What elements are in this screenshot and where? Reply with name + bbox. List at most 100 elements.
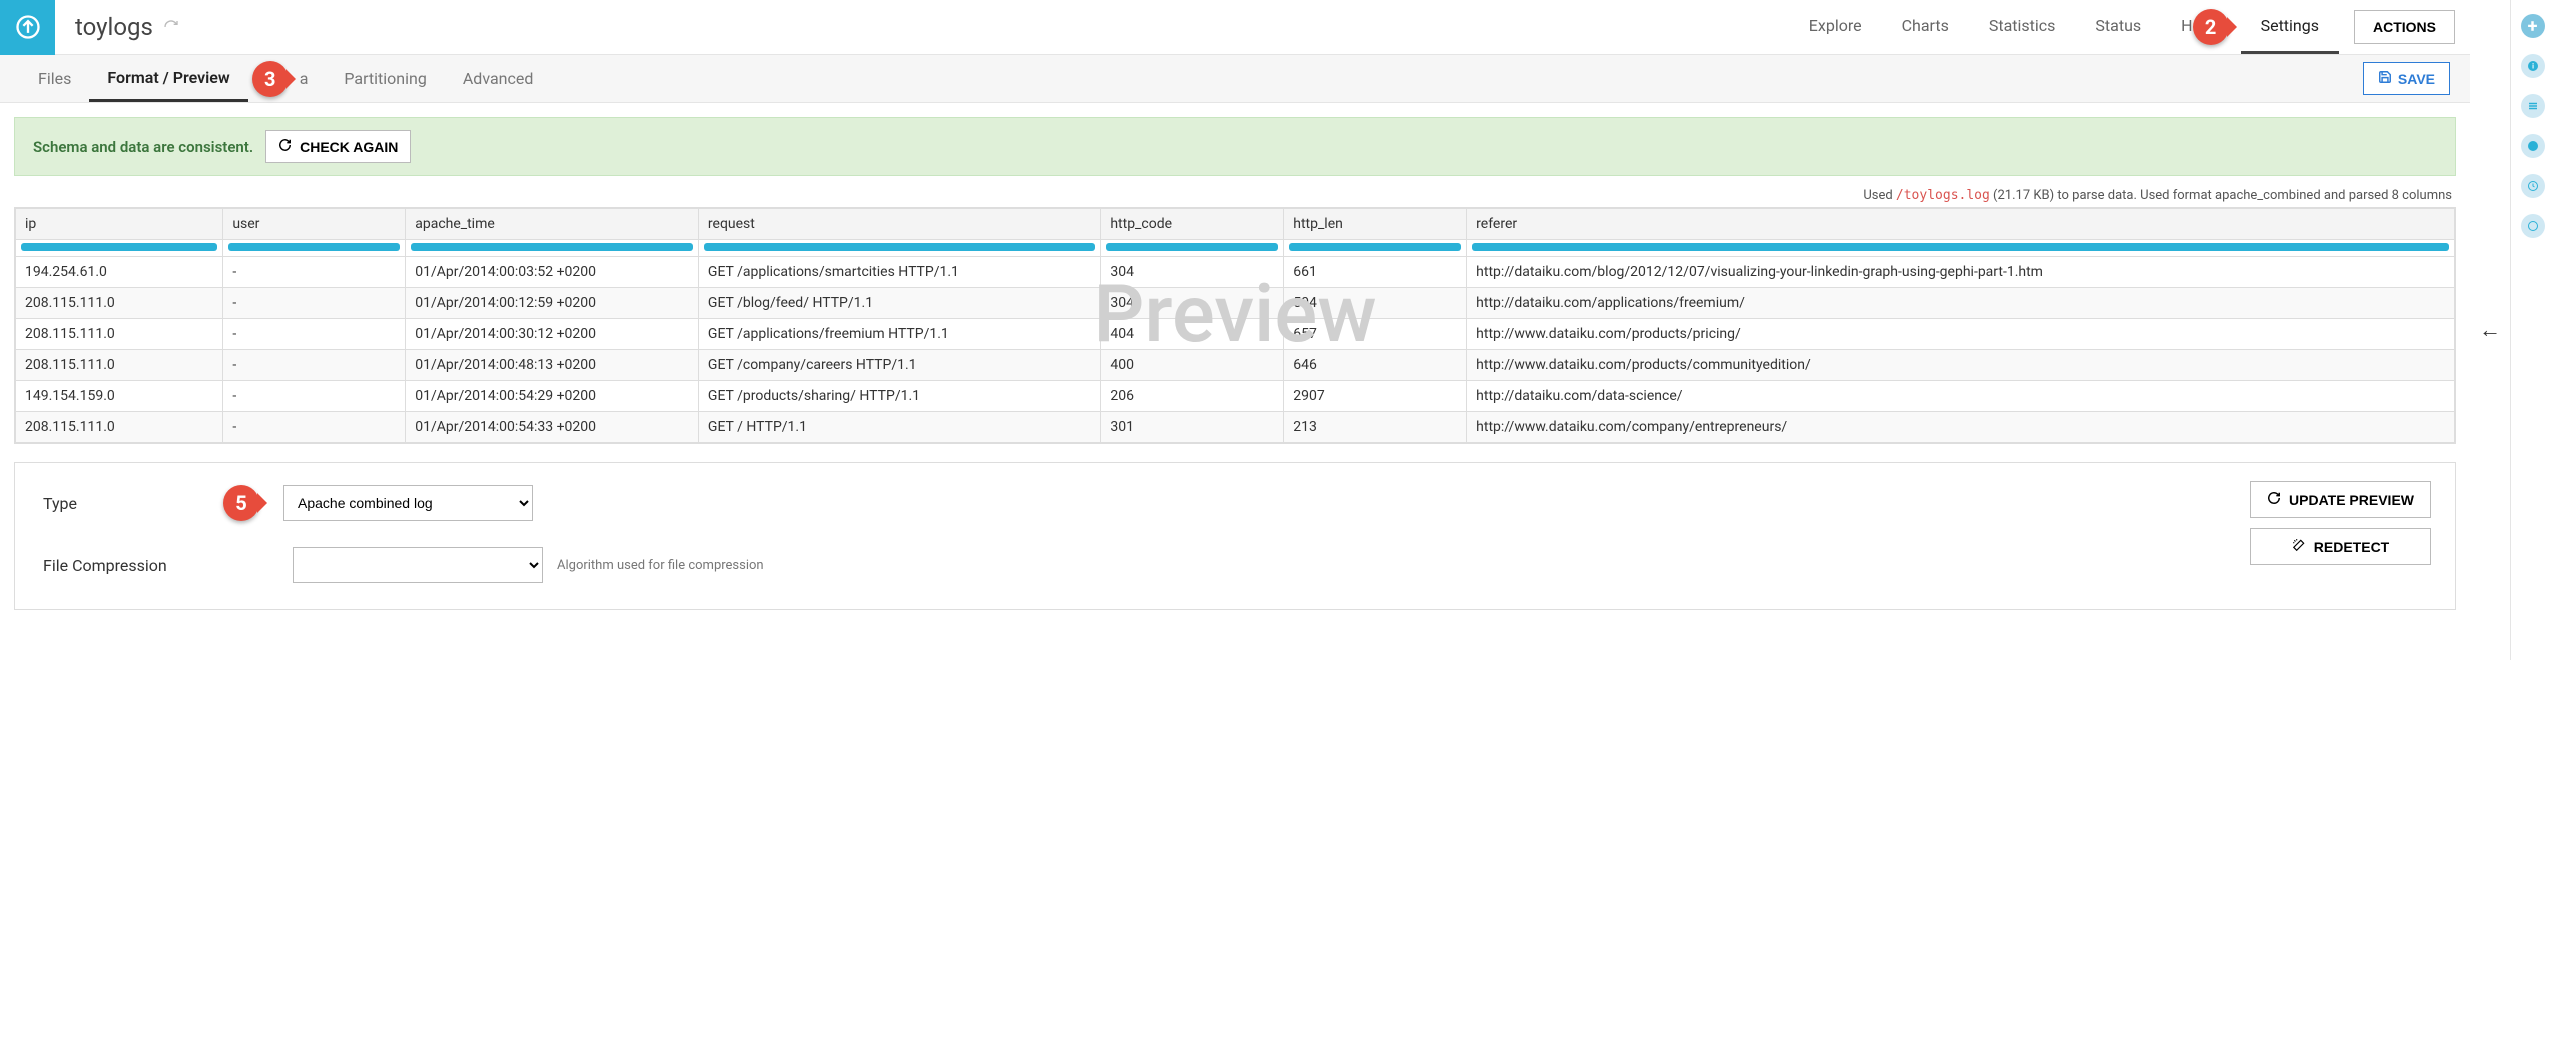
cell-http_code: 304 (1101, 288, 1284, 319)
cell-request: GET /products/sharing/ HTTP/1.1 (698, 381, 1100, 412)
preview-table-wrap: Preview ip user apache_time request http… (14, 207, 2456, 444)
cell-ip: 208.115.111.0 (16, 350, 223, 381)
cell-user: - (223, 381, 406, 412)
type-label: Type (43, 494, 223, 513)
table-row[interactable]: 194.254.61.0-01/Apr/2014:00:03:52 +0200G… (16, 257, 2455, 288)
magic-icon (2292, 538, 2306, 555)
col-request[interactable]: request (698, 209, 1100, 240)
cell-referer: http://dataiku.com/blog/2012/12/07/visua… (1467, 257, 2455, 288)
col-user[interactable]: user (223, 209, 406, 240)
compression-hint: Algorithm used for file compression (557, 558, 764, 573)
actions-button[interactable]: ACTIONS (2354, 10, 2455, 44)
nav-charts[interactable]: Charts (1882, 0, 1969, 54)
nav-explore[interactable]: Explore (1789, 0, 1882, 54)
cell-http_code: 301 (1101, 412, 1284, 443)
nav-truncated[interactable]: H (2161, 0, 2192, 54)
nav-status[interactable]: Status (2075, 0, 2161, 54)
cell-referer: http://www.dataiku.com/products/communit… (1467, 350, 2455, 381)
type-select[interactable]: Apache combined log (283, 485, 533, 521)
table-row[interactable]: 208.115.111.0-01/Apr/2014:00:30:12 +0200… (16, 319, 2455, 350)
nav-statistics[interactable]: Statistics (1969, 0, 2076, 54)
callout-2: 2 (2193, 9, 2229, 45)
cell-apache_time: 01/Apr/2014:00:03:52 +0200 (406, 257, 699, 288)
banner-text: Schema and data are consistent. (33, 138, 253, 156)
cell-ip: 194.254.61.0 (16, 257, 223, 288)
cell-ip: 208.115.111.0 (16, 319, 223, 350)
cell-http_code: 404 (1101, 319, 1284, 350)
callout-5: 5 (223, 485, 259, 521)
plus-icon[interactable]: + (2521, 14, 2545, 38)
col-referer[interactable]: referer (1467, 209, 2455, 240)
cell-user: - (223, 288, 406, 319)
refresh-icon[interactable] (163, 19, 179, 35)
main-nav: Explore Charts Statistics Status H 2 Set… (1789, 0, 2470, 54)
dataset-title: toylogs (75, 13, 153, 41)
col-http-code[interactable]: http_code (1101, 209, 1284, 240)
parse-info: Used /toylogs.log (21.17 KB) to parse da… (18, 188, 2452, 203)
cell-http_len: 504 (1284, 288, 1467, 319)
redetect-button[interactable]: REDETECT (2250, 528, 2431, 565)
format-settings-panel: UPDATE PREVIEW REDETECT Type 5 Apache co… (14, 462, 2456, 610)
cell-http_code: 400 (1101, 350, 1284, 381)
col-apache-time[interactable]: apache_time (406, 209, 699, 240)
cell-apache_time: 01/Apr/2014:00:54:29 +0200 (406, 381, 699, 412)
nav-settings[interactable]: Settings (2241, 0, 2339, 54)
cell-apache_time: 01/Apr/2014:00:12:59 +0200 (406, 288, 699, 319)
refresh-icon (278, 138, 292, 155)
top-bar: toylogs Explore Charts Statistics Status… (0, 0, 2470, 55)
cell-http_len: 2907 (1284, 381, 1467, 412)
chat-icon[interactable] (2521, 134, 2545, 158)
cell-http_len: 213 (1284, 412, 1467, 443)
refresh-icon (2267, 491, 2281, 508)
cell-user: - (223, 412, 406, 443)
right-rail: + i (2510, 0, 2554, 660)
app-logo[interactable] (0, 0, 55, 55)
cell-http_code: 304 (1101, 257, 1284, 288)
table-row[interactable]: 208.115.111.0-01/Apr/2014:00:48:13 +0200… (16, 350, 2455, 381)
compression-select[interactable] (293, 547, 543, 583)
clock-icon[interactable] (2521, 214, 2545, 238)
history-icon[interactable] (2521, 174, 2545, 198)
cell-referer: http://dataiku.com/applications/freemium… (1467, 288, 2455, 319)
cell-ip: 208.115.111.0 (16, 412, 223, 443)
check-label: CHECK AGAIN (300, 139, 398, 155)
save-label: SAVE (2398, 71, 2435, 87)
update-preview-button[interactable]: UPDATE PREVIEW (2250, 481, 2431, 518)
cell-request: GET /applications/freemium HTTP/1.1 (698, 319, 1100, 350)
cell-request: GET /applications/smartcities HTTP/1.1 (698, 257, 1100, 288)
table-header-row: ip user apache_time request http_code ht… (16, 209, 2455, 240)
cell-request: GET / HTTP/1.1 (698, 412, 1100, 443)
save-button[interactable]: SAVE (2363, 62, 2450, 95)
list-icon[interactable] (2521, 94, 2545, 118)
cell-http_len: 661 (1284, 257, 1467, 288)
table-row[interactable]: 149.154.159.0-01/Apr/2014:00:54:29 +0200… (16, 381, 2455, 412)
cell-user: - (223, 319, 406, 350)
sub-nav: Files Format / Preview 3 a Partitioning … (0, 55, 2470, 103)
cell-apache_time: 01/Apr/2014:00:54:33 +0200 (406, 412, 699, 443)
col-ip[interactable]: ip (16, 209, 223, 240)
callout-3: 3 (252, 61, 288, 97)
cell-http_len: 657 (1284, 319, 1467, 350)
table-row[interactable]: 208.115.111.0-01/Apr/2014:00:54:33 +0200… (16, 412, 2455, 443)
cell-request: GET /company/careers HTTP/1.1 (698, 350, 1100, 381)
svg-text:i: i (2532, 63, 2534, 71)
info-icon[interactable]: i (2521, 54, 2545, 78)
check-again-button[interactable]: CHECK AGAIN (265, 130, 411, 163)
cell-user: - (223, 350, 406, 381)
tab-files[interactable]: Files (20, 55, 89, 102)
cell-http_code: 206 (1101, 381, 1284, 412)
cell-http_len: 646 (1284, 350, 1467, 381)
cell-referer: http://dataiku.com/data-science/ (1467, 381, 2455, 412)
compression-label: File Compression (43, 556, 293, 575)
tab-advanced[interactable]: Advanced (445, 55, 552, 102)
preview-table: ip user apache_time request http_code ht… (15, 208, 2455, 443)
tab-partitioning[interactable]: Partitioning (326, 55, 444, 102)
back-arrow[interactable]: ← (2470, 0, 2510, 660)
consistency-banner: Schema and data are consistent. CHECK AG… (14, 117, 2456, 176)
cell-referer: http://www.dataiku.com/company/entrepren… (1467, 412, 2455, 443)
save-icon (2378, 70, 2392, 87)
cell-request: GET /blog/feed/ HTTP/1.1 (698, 288, 1100, 319)
table-row[interactable]: 208.115.111.0-01/Apr/2014:00:12:59 +0200… (16, 288, 2455, 319)
col-http-len[interactable]: http_len (1284, 209, 1467, 240)
tab-format-preview[interactable]: Format / Preview (89, 55, 247, 102)
